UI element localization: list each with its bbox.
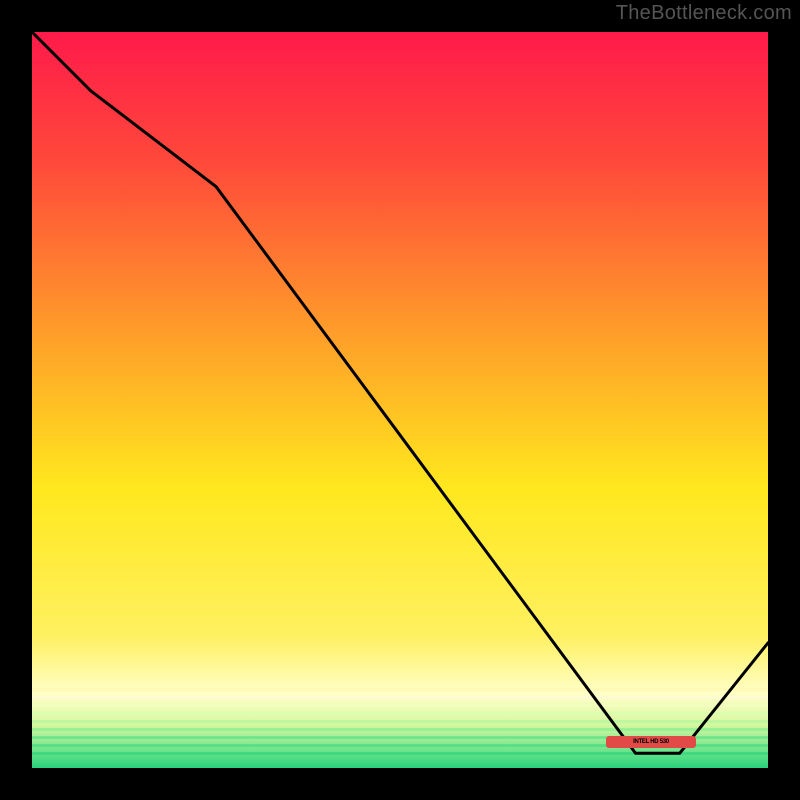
watermark-text: TheBottleneck.com xyxy=(616,2,792,25)
plot-area: INTEL HD 530 xyxy=(32,32,768,768)
chart-root: TheBottleneck.com xyxy=(0,0,800,800)
chart-svg xyxy=(32,32,768,768)
x-axis-chip: INTEL HD 530 xyxy=(606,736,696,748)
gradient-background xyxy=(32,32,768,768)
